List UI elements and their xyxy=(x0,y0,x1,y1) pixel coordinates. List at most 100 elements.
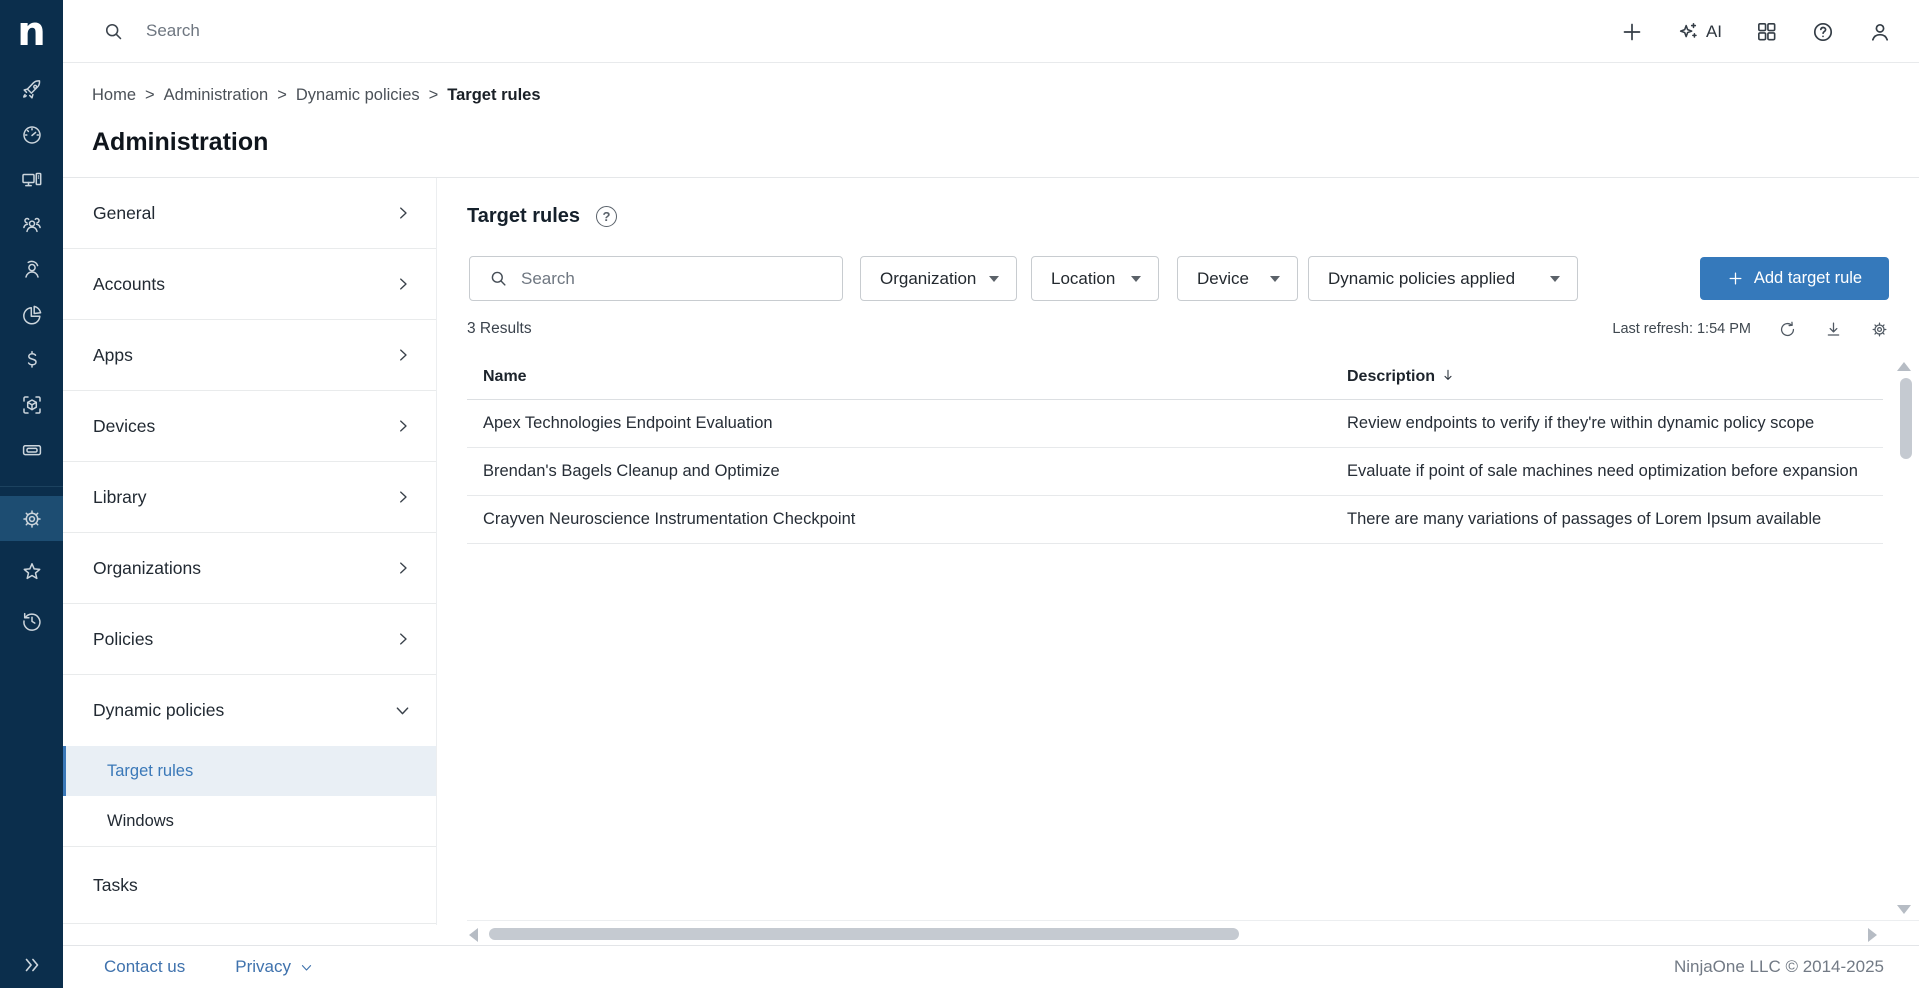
sidebar-item-accounts[interactable]: Accounts xyxy=(63,249,436,320)
filter-location[interactable]: Location xyxy=(1031,256,1159,301)
chevron-right-icon xyxy=(394,630,412,648)
filter-device[interactable]: Device xyxy=(1177,256,1298,301)
horizontal-scrollbar xyxy=(467,926,1919,942)
sidebar-item-general[interactable]: General xyxy=(63,178,436,249)
section-header: Target rules ? xyxy=(467,205,617,228)
deployment-cube-icon[interactable] xyxy=(0,382,63,427)
horizontal-scroll-right-arrow[interactable] xyxy=(1868,928,1877,942)
ai-label: AI xyxy=(1706,22,1722,42)
filter-label: Organization xyxy=(880,269,976,289)
sidebar-item-label: Accounts xyxy=(93,274,165,295)
cell-description: There are many variations of passages of… xyxy=(1347,510,1883,529)
vertical-scroll-up-arrow[interactable] xyxy=(1897,362,1911,371)
getting-started-rocket-icon[interactable] xyxy=(0,67,63,112)
add-target-rule-label: Add target rule xyxy=(1754,269,1862,288)
filter-label: Device xyxy=(1197,269,1249,289)
table-settings-gear-icon[interactable] xyxy=(1870,320,1889,339)
vertical-scrollbar-thumb[interactable] xyxy=(1900,378,1912,459)
reports-pie-icon[interactable] xyxy=(0,292,63,337)
chevron-down-icon xyxy=(393,701,412,720)
sidebar-item-label: Organizations xyxy=(93,558,201,579)
filter-label: Location xyxy=(1051,269,1115,289)
table-header-row: Name Description xyxy=(467,355,1883,400)
sidebar-item-label: Devices xyxy=(93,416,155,437)
devices-icon[interactable] xyxy=(0,157,63,202)
copyright-text: NinjaOne LLC © 2014-2025 xyxy=(1674,957,1884,977)
sort-descending-icon xyxy=(1440,367,1456,388)
caret-down-icon xyxy=(1131,276,1141,282)
chevron-right-icon xyxy=(394,488,412,506)
chevron-right-icon xyxy=(394,275,412,293)
breadcrumb-home[interactable]: Home xyxy=(92,86,136,105)
sidebar-item-dynamic-policies[interactable]: Dynamic policies xyxy=(63,675,436,746)
create-plus-icon[interactable] xyxy=(1620,20,1644,44)
settings-gear-icon[interactable] xyxy=(0,496,63,541)
column-header-label: Description xyxy=(1347,368,1435,386)
sidebar-item-tasks[interactable]: Tasks xyxy=(63,846,436,924)
sidebar-item-apps[interactable]: Apps xyxy=(63,320,436,391)
sidebar-item-policies[interactable]: Policies xyxy=(63,604,436,675)
rail-expand-icon[interactable] xyxy=(0,941,63,988)
sidebar-subitem-label: Windows xyxy=(107,812,174,831)
filter-dynamic-policies-applied[interactable]: Dynamic policies applied xyxy=(1308,256,1578,301)
column-header-description[interactable]: Description xyxy=(1347,367,1883,388)
privacy-link[interactable]: Privacy xyxy=(235,957,314,977)
privacy-label: Privacy xyxy=(235,957,291,977)
breadcrumb-dynamic-policies[interactable]: Dynamic policies xyxy=(296,86,420,105)
sidebar-item-devices[interactable]: Devices xyxy=(63,391,436,462)
favorites-star-icon[interactable] xyxy=(0,549,63,594)
cell-description: Evaluate if point of sale machines need … xyxy=(1347,462,1883,481)
billing-dollar-icon[interactable] xyxy=(0,337,63,382)
sidebar-item-organizations[interactable]: Organizations xyxy=(63,533,436,604)
vertical-scroll-down-arrow[interactable] xyxy=(1897,905,1911,914)
breadcrumb-separator: > xyxy=(429,86,439,105)
table-row[interactable]: Crayven Neuroscience Instrumentation Che… xyxy=(467,496,1883,544)
sidebar-item-label: Tasks xyxy=(93,875,138,896)
add-target-rule-button[interactable]: Add target rule xyxy=(1700,257,1889,300)
caret-down-icon xyxy=(989,276,999,282)
ai-button[interactable]: AI xyxy=(1677,21,1722,43)
chevron-down-icon xyxy=(299,960,314,975)
sidebar-item-library[interactable]: Library xyxy=(63,462,436,533)
users-icon[interactable] xyxy=(0,202,63,247)
table-meta-actions: Last refresh: 1:54 PM xyxy=(1612,320,1889,339)
breadcrumb-administration[interactable]: Administration xyxy=(164,86,269,105)
caret-down-icon xyxy=(1550,276,1560,282)
sidebar-subitem-windows[interactable]: Windows xyxy=(63,796,436,846)
ticketing-icon[interactable] xyxy=(0,427,63,472)
download-icon[interactable] xyxy=(1824,320,1843,339)
results-count: 3 Results xyxy=(467,320,532,338)
table-meta-row: 3 Results Last refresh: 1:54 PM xyxy=(467,317,1889,341)
main-panel: Target rules ? Organization Location Dev… xyxy=(467,178,1919,945)
cell-name: Brendan's Bagels Cleanup and Optimize xyxy=(467,462,1347,481)
contact-us-link[interactable]: Contact us xyxy=(104,957,185,977)
horizontal-scrollbar-thumb[interactable] xyxy=(489,928,1239,940)
remote-support-icon[interactable] xyxy=(0,247,63,292)
sidebar-item-label: Policies xyxy=(93,629,153,650)
global-search-input[interactable] xyxy=(146,21,566,41)
sidebar-subitem-target-rules[interactable]: Target rules xyxy=(63,746,436,796)
target-rules-table: Name Description Apex Technologies Endpo… xyxy=(467,355,1883,544)
table-search xyxy=(469,256,843,301)
column-header-name[interactable]: Name xyxy=(467,368,1347,386)
help-icon[interactable] xyxy=(1811,20,1835,44)
filter-label: Dynamic policies applied xyxy=(1328,269,1515,289)
history-icon[interactable] xyxy=(0,598,63,643)
breadcrumb: Home > Administration > Dynamic policies… xyxy=(92,86,541,105)
dashboard-icon[interactable] xyxy=(0,112,63,157)
ninjaone-logo[interactable]: n xyxy=(0,0,63,63)
chevron-right-icon xyxy=(394,346,412,364)
settings-sidebar: General Accounts Apps Devices Library Or… xyxy=(63,178,437,925)
user-icon[interactable] xyxy=(1868,20,1892,44)
search-icon xyxy=(103,21,124,42)
table-search-input[interactable] xyxy=(521,269,811,289)
filter-organization[interactable]: Organization xyxy=(860,256,1017,301)
caret-down-icon xyxy=(1270,276,1280,282)
table-row[interactable]: Apex Technologies Endpoint Evaluation Re… xyxy=(467,400,1883,448)
horizontal-scroll-left-arrow[interactable] xyxy=(469,928,478,942)
refresh-icon[interactable] xyxy=(1778,320,1797,339)
apps-grid-icon[interactable] xyxy=(1755,20,1778,43)
last-refresh-label: Last refresh: 1:54 PM xyxy=(1612,321,1751,337)
table-row[interactable]: Brendan's Bagels Cleanup and Optimize Ev… xyxy=(467,448,1883,496)
section-help-icon[interactable]: ? xyxy=(596,206,617,227)
